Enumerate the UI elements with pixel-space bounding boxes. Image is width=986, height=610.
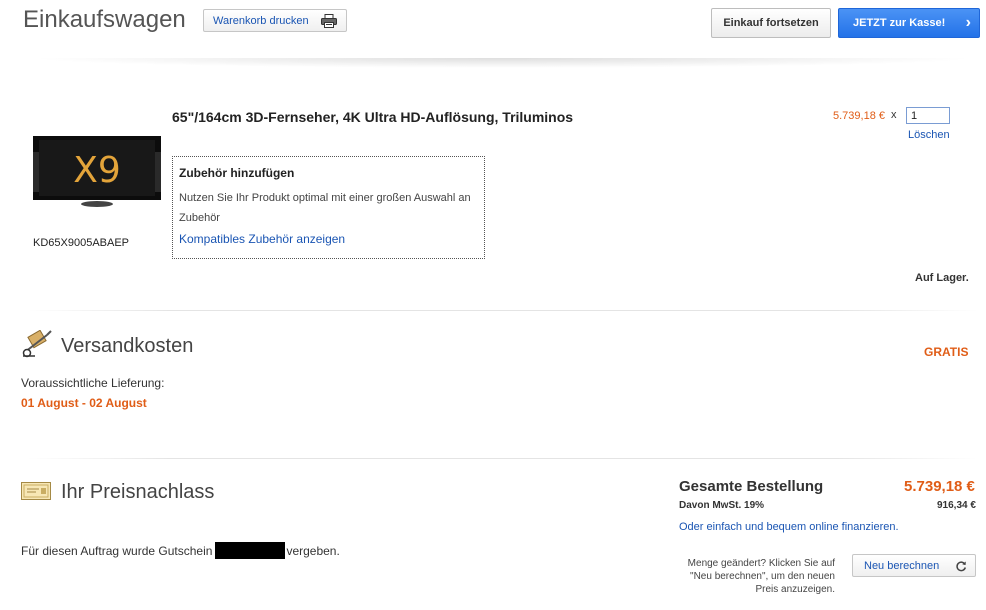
print-cart-button[interactable]: Warenkorb drucken xyxy=(203,9,347,32)
coupon-icon xyxy=(21,482,51,500)
quantity-multiplier: x xyxy=(891,109,897,121)
product-name[interactable]: 65"/164cm 3D-Fernseher, 4K Ultra HD-Aufl… xyxy=(172,109,573,125)
section-divider xyxy=(28,310,978,311)
financing-link[interactable]: Oder einfach und bequem online finanzier… xyxy=(679,521,899,533)
product-image-text: X9 xyxy=(73,150,121,191)
order-total-label: Gesamte Bestellung xyxy=(679,478,824,495)
delivery-label: Voraussichtliche Lieferung: xyxy=(21,376,165,390)
accessories-title: Zubehör hinzufügen xyxy=(179,166,295,180)
accessories-text: Nutzen Sie Ihr Produkt optimal mit einer… xyxy=(179,192,471,224)
coupon-message: Für diesen Auftrag wurde Gutschein verge… xyxy=(21,542,340,559)
redacted-coupon-code xyxy=(215,542,286,559)
continue-shopping-button[interactable]: Einkauf fortsetzen xyxy=(711,8,831,38)
stock-status: Auf Lager. xyxy=(915,272,969,284)
checkout-button[interactable]: JETZT zur Kasse! › xyxy=(838,8,980,38)
recalculate-hint: Menge geändert? Klicken Sie auf "Neu ber… xyxy=(687,558,835,595)
section-divider xyxy=(28,458,978,459)
hand-truck-icon xyxy=(22,330,52,358)
print-cart-label: Warenkorb drucken xyxy=(213,14,309,27)
product-image[interactable]: X9 xyxy=(33,136,161,208)
vat-value: 916,34 € xyxy=(937,500,976,511)
coupon-text-after: vergeben. xyxy=(286,543,340,558)
recalculate-label: Neu berechnen xyxy=(864,559,940,572)
discount-title: Ihr Preisnachlass xyxy=(61,481,215,503)
delete-link[interactable]: Löschen xyxy=(908,129,950,141)
product-sku: KD65X9005ABAEP xyxy=(33,237,130,249)
accessories-box: Zubehör hinzufügen Nutzen Sie Ihr Produk… xyxy=(172,156,485,259)
shipping-title: Versandkosten xyxy=(61,335,194,357)
recalculate-button[interactable]: Neu berechnen xyxy=(852,554,976,577)
quantity-input[interactable] xyxy=(906,107,950,124)
printer-icon xyxy=(321,13,337,28)
coupon-text-before: Für diesen Auftrag wurde Gutschein xyxy=(21,543,213,558)
compatible-accessories-link[interactable]: Kompatibles Zubehör anzeigen xyxy=(179,232,345,246)
chevron-right-icon: › xyxy=(965,14,971,31)
refresh-icon xyxy=(956,560,967,571)
checkout-label: JETZT zur Kasse! xyxy=(853,17,946,29)
header-divider xyxy=(28,58,978,68)
order-total-value: 5.739,18 € xyxy=(904,478,975,495)
page-title: Einkaufswagen xyxy=(23,6,186,33)
product-price: 5.739,18 € xyxy=(833,110,885,122)
shipping-cost: GRATIS xyxy=(924,345,969,359)
delivery-dates: 01 August - 02 August xyxy=(21,396,147,410)
vat-label: Davon MwSt. 19% xyxy=(679,500,765,511)
